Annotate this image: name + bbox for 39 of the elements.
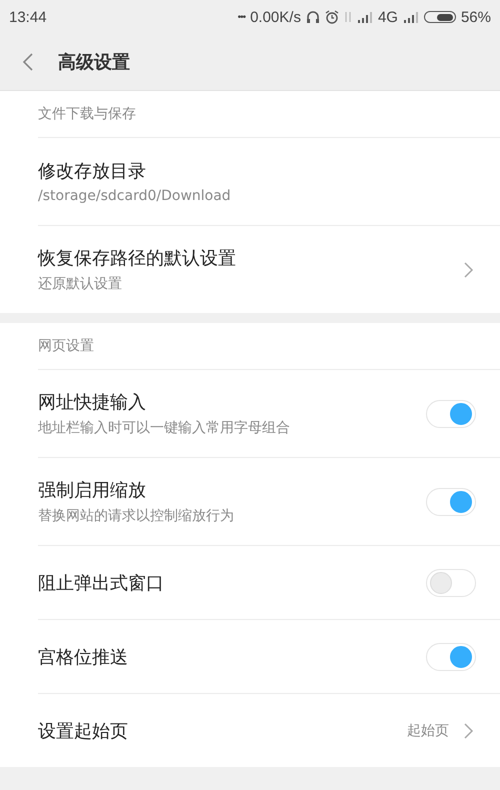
settings-row[interactable]: 阻止弹出式窗口 xyxy=(38,545,500,619)
setting-subtitle: 地址栏输入时可以一键输入常用字母组合 xyxy=(38,419,291,437)
toggle-switch[interactable] xyxy=(426,488,476,516)
setting-subtitle: /storage/sdcard0/Download xyxy=(38,188,232,204)
page-title: 高级设置 xyxy=(58,51,130,74)
setting-value: 起始页 xyxy=(407,722,449,740)
setting-title: 设置起始页 xyxy=(38,720,129,742)
setting-title: 阻止弹出式窗口 xyxy=(38,572,165,594)
network-type: 4G xyxy=(378,8,398,26)
setting-title: 宫格位推送 xyxy=(38,646,129,668)
toggle-switch[interactable] xyxy=(426,642,476,670)
signal-icon xyxy=(356,11,373,23)
setting-title: 修改存放目录 xyxy=(38,160,147,183)
section-header: 网页设置 xyxy=(37,337,95,356)
headphones-icon xyxy=(306,10,320,24)
setting-title: 强制启用缩放 xyxy=(38,479,147,502)
chevron-right-icon xyxy=(463,722,474,740)
settings-row[interactable]: 网址快捷输入 地址栏输入时可以一键输入常用字母组合 xyxy=(38,369,500,457)
settings-row[interactable]: 设置起始页 起始页 xyxy=(38,693,500,767)
section-header: 文件下载与保存 xyxy=(37,105,137,124)
notification-dots: ••• xyxy=(238,12,246,22)
setting-title: 网址快捷输入 xyxy=(38,391,147,414)
settings-row[interactable]: 宫格位推送 xyxy=(38,619,500,693)
settings-row[interactable]: 强制启用缩放 替换网站的请求以控制缩放行为 xyxy=(38,457,500,545)
chevron-right-icon xyxy=(463,260,474,278)
alarm-icon xyxy=(324,10,339,24)
status-time: 13:44 xyxy=(9,8,47,26)
toggle-switch[interactable] xyxy=(426,568,476,596)
battery-icon xyxy=(424,11,456,23)
chevron-left-icon xyxy=(22,52,34,72)
network-speed: 0.00K/s xyxy=(250,8,301,26)
signal-icon xyxy=(402,11,419,23)
setting-subtitle: 还原默认设置 xyxy=(38,275,123,293)
setting-subtitle: 替换网站的请求以控制缩放行为 xyxy=(38,507,235,525)
settings-row[interactable]: 修改存放目录 /storage/sdcard0/Download xyxy=(38,137,500,225)
toggle-switch[interactable] xyxy=(426,400,476,428)
settings-row[interactable]: 恢复保存路径的默认设置 还原默认设置 xyxy=(38,225,500,313)
battery-percent: 56% xyxy=(460,8,491,26)
setting-title: 恢复保存路径的默认设置 xyxy=(38,247,237,270)
